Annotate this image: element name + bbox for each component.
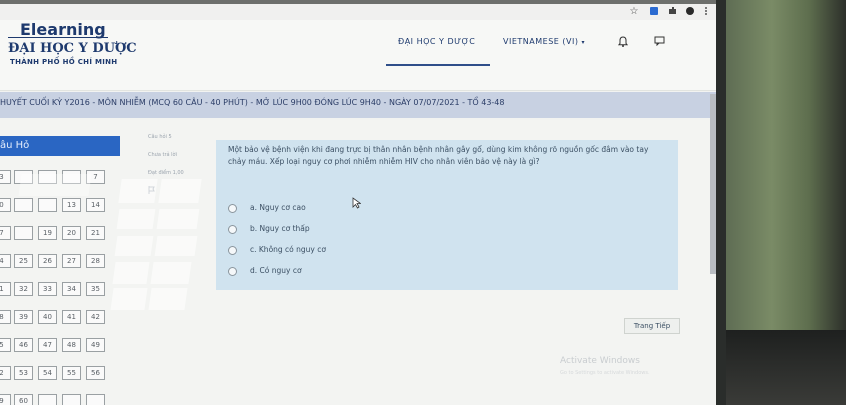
screen-glare <box>154 236 198 256</box>
question-nav-button[interactable]: 60 <box>14 394 33 405</box>
question-nav-button[interactable]: 8 <box>0 310 11 324</box>
question-nav-button[interactable]: 40 <box>38 310 57 324</box>
question-nav-button[interactable]: 53 <box>14 366 33 380</box>
answer-label[interactable]: a. Nguy cơ cao <box>250 203 306 212</box>
question-text: Một bảo vệ bệnh viện khi đang trực bị th… <box>228 145 649 166</box>
question-nav-button[interactable]: 42 <box>86 310 105 324</box>
screen-glare <box>118 179 158 203</box>
browser-toolbar: ☆ <box>0 4 716 20</box>
question-nav-button[interactable] <box>62 394 81 405</box>
logo-divider <box>8 37 108 38</box>
question-nav-button[interactable] <box>38 198 57 212</box>
question-panel: Một bảo vệ bệnh viện khi đang trực bị th… <box>216 140 678 290</box>
question-nav-button[interactable]: 21 <box>86 226 105 240</box>
question-nav-button[interactable]: 33 <box>38 282 57 296</box>
question-nav-heading: âu Hỏ <box>0 136 120 156</box>
radio-button[interactable] <box>228 246 237 255</box>
page-scrollbar[interactable] <box>710 94 716 274</box>
question-nav-button[interactable]: 20 <box>62 226 81 240</box>
question-nav-button[interactable]: 5 <box>0 338 11 352</box>
question-nav-button[interactable]: 2 <box>0 366 11 380</box>
question-nav-button[interactable] <box>38 394 57 405</box>
screen-glare <box>148 288 188 310</box>
screen-glare <box>112 262 150 284</box>
question-nav-button[interactable]: 3 <box>0 170 11 184</box>
question-nav-heading-label: âu Hỏ <box>0 140 30 151</box>
screen-glare <box>114 236 154 256</box>
question-nav-button[interactable]: 9 <box>0 394 11 405</box>
question-nav-button[interactable]: 26 <box>38 254 57 268</box>
browser-menu-icon[interactable] <box>700 6 712 18</box>
logo-university[interactable]: ĐẠI HỌC Y DƯỢC <box>8 41 137 56</box>
question-number-label: Câu hỏi 5 <box>148 134 172 140</box>
activate-windows-hint: Go to Settings to activate Windows. <box>560 370 650 376</box>
question-nav-button[interactable] <box>14 226 33 240</box>
question-nav-button[interactable]: 47 <box>38 338 57 352</box>
activate-windows-watermark: Activate Windows <box>560 356 640 366</box>
answer-label[interactable]: b. Nguy cơ thấp <box>250 224 310 233</box>
question-nav-button[interactable]: 56 <box>86 366 105 380</box>
question-nav-button[interactable]: 14 <box>86 198 105 212</box>
question-nav-button[interactable]: 39 <box>14 310 33 324</box>
question-nav-button[interactable]: 13 <box>62 198 81 212</box>
mouse-cursor-icon <box>352 194 362 213</box>
screen-glare <box>110 288 148 310</box>
messages-icon[interactable] <box>652 36 666 50</box>
question-nav-button[interactable]: 0 <box>0 198 11 212</box>
answer-label[interactable]: d. Có nguy cơ <box>250 266 302 275</box>
question-nav-button[interactable]: 19 <box>38 226 57 240</box>
radio-button[interactable] <box>228 204 237 213</box>
question-status-label: Chưa trả lời <box>148 152 177 158</box>
question-nav-button[interactable]: 54 <box>38 366 57 380</box>
screen-glare <box>18 174 92 196</box>
quiz-title-bar: HUYẾT CUỐI KỲ Y2016 - MÔN NHIỄM (MCQ 60 … <box>0 92 716 118</box>
nav-link-school[interactable]: ĐẠI HỌC Y DƯỢC <box>398 37 475 46</box>
question-nav-button[interactable]: 34 <box>62 282 81 296</box>
screen-glare <box>150 262 192 284</box>
background-desk <box>726 330 846 405</box>
profile-avatar-icon[interactable] <box>684 6 696 18</box>
nav-active-underline <box>386 64 490 66</box>
question-nav-button[interactable]: 35 <box>86 282 105 296</box>
site-header: Elearning ĐẠI HỌC Y DƯỢC THÀNH PHỐ HỒ CH… <box>0 20 716 91</box>
question-nav-button[interactable]: 49 <box>86 338 105 352</box>
language-label: VIETNAMESE (VI) <box>503 37 579 46</box>
question-nav-button[interactable]: 1 <box>0 282 11 296</box>
quiz-title: HUYẾT CUỐI KỲ Y2016 - MÔN NHIỄM (MCQ 60 … <box>0 98 505 107</box>
question-nav-button[interactable]: 28 <box>86 254 105 268</box>
question-nav-button[interactable]: 46 <box>14 338 33 352</box>
extension-puzzle-icon[interactable] <box>666 6 678 18</box>
question-points-label: Đạt điểm 1,00 <box>148 170 184 176</box>
radio-button[interactable] <box>228 225 237 234</box>
extension-icon[interactable] <box>648 6 660 18</box>
language-selector[interactable]: VIETNAMESE (VI) ▾ <box>503 37 585 46</box>
screen-glare <box>158 179 202 203</box>
screen-glare <box>156 209 200 229</box>
question-nav-button[interactable]: 4 <box>0 254 11 268</box>
notification-bell-icon[interactable] <box>616 36 630 50</box>
quiz-content: âu Hỏ 3 7 0 13 14 7 19 20 21 4 25 26 27 28 1 32 33 34 35 8 3… <box>0 120 716 405</box>
next-page-button[interactable]: Trang Tiếp <box>624 318 680 334</box>
chevron-down-icon: ▾ <box>581 39 585 46</box>
question-nav-button[interactable]: 25 <box>14 254 33 268</box>
answer-label[interactable]: c. Không có nguy cơ <box>250 245 326 254</box>
question-nav-button[interactable]: 48 <box>62 338 81 352</box>
radio-button[interactable] <box>228 267 237 276</box>
screen: ☆ Elearning ĐẠI HỌC Y DƯỢC THÀNH PHỐ HỒ … <box>0 4 716 405</box>
question-nav-button[interactable]: 27 <box>62 254 81 268</box>
question-nav-button[interactable]: 32 <box>14 282 33 296</box>
question-nav-button[interactable] <box>86 394 105 405</box>
screen-glare <box>116 209 156 229</box>
question-nav-button[interactable] <box>14 198 33 212</box>
monitor-bezel-right <box>716 0 726 405</box>
question-nav-button[interactable]: 55 <box>62 366 81 380</box>
logo-city: THÀNH PHỐ HỒ CHÍ MINH <box>10 58 118 66</box>
question-nav-button[interactable]: 7 <box>0 226 11 240</box>
question-nav-button[interactable]: 41 <box>62 310 81 324</box>
next-page-label: Trang Tiếp <box>633 322 671 330</box>
bookmark-star-icon[interactable]: ☆ <box>628 6 640 18</box>
